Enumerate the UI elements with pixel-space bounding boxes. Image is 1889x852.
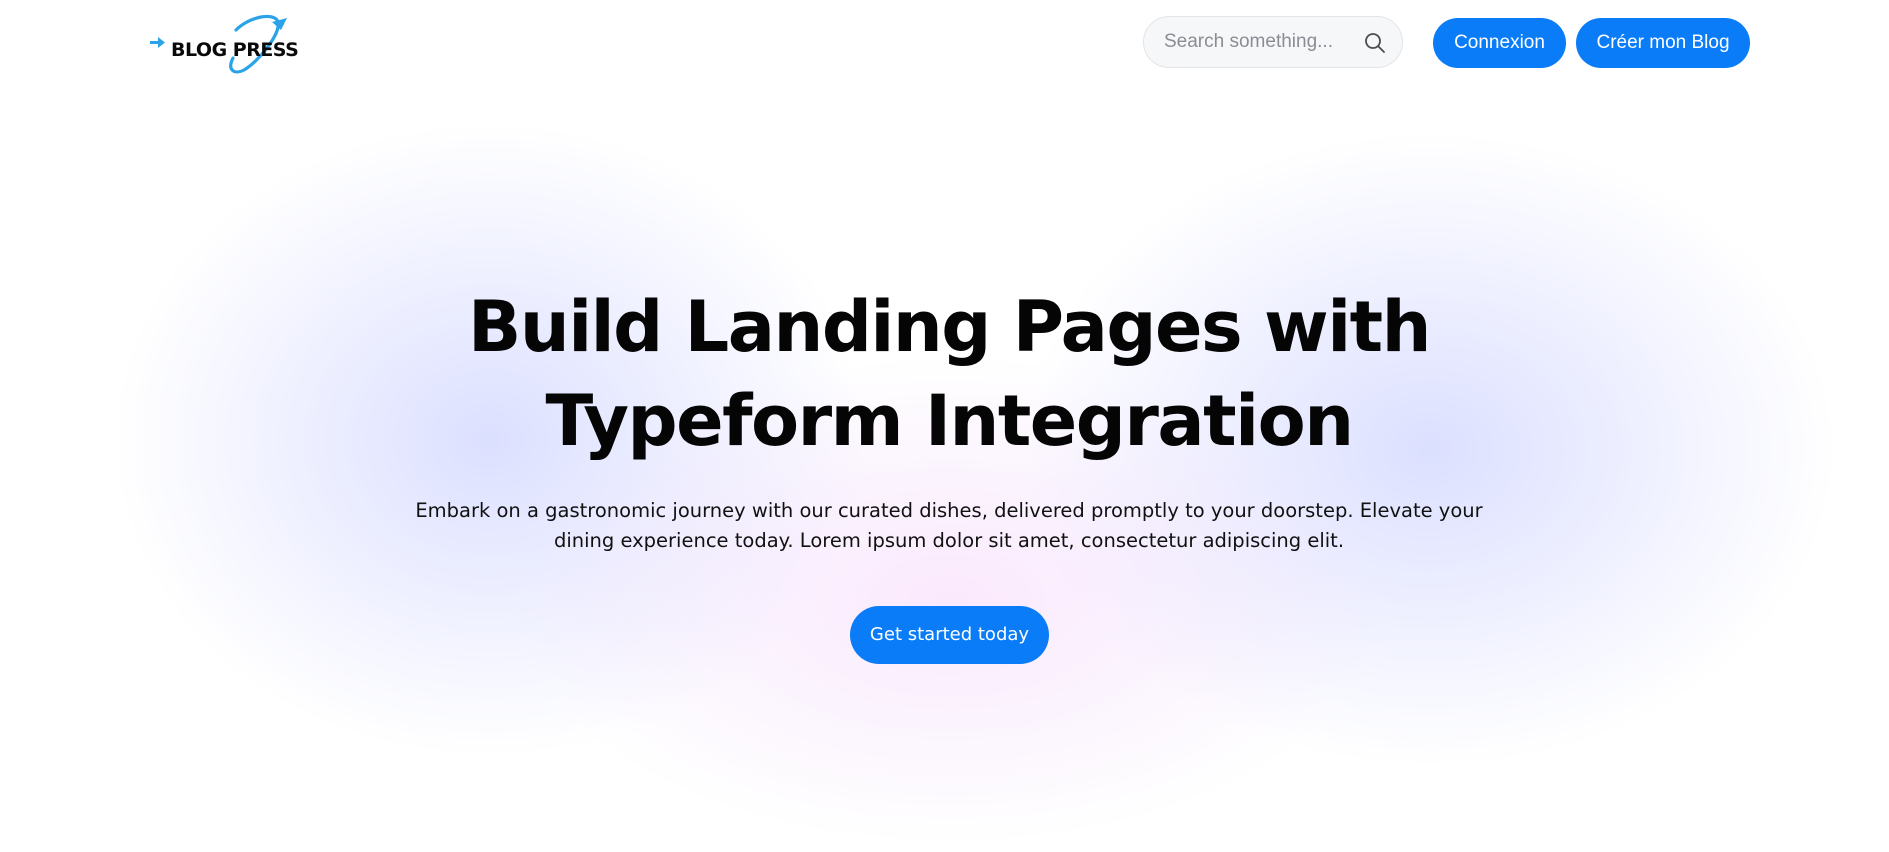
blog-press-logo[interactable]: BLOG PRESS xyxy=(150,12,328,74)
hero-description: Embark on a gastronomic journey with our… xyxy=(380,496,1518,556)
site-header: BLOG PRESS Connexion Créer mon Blog xyxy=(0,0,1889,84)
hero-title-line: Typeform Integration xyxy=(545,380,1354,462)
login-button[interactable]: Connexion xyxy=(1433,18,1566,68)
get-started-button[interactable]: Get started today xyxy=(850,606,1049,664)
logo-text: BLOG PRESS xyxy=(171,39,299,61)
hero-title: Build Landing Pages with Typeform Integr… xyxy=(0,280,1889,468)
search-input[interactable] xyxy=(1164,17,1354,67)
hero-title-line: Build Landing Pages with xyxy=(468,286,1431,368)
hero-description-line: dining experience today. Lorem ipsum dol… xyxy=(553,529,1345,552)
search-icon[interactable] xyxy=(1364,32,1386,54)
create-blog-button[interactable]: Créer mon Blog xyxy=(1576,18,1750,68)
hero-description-line: Embark on a gastronomic journey with our… xyxy=(415,499,1483,522)
